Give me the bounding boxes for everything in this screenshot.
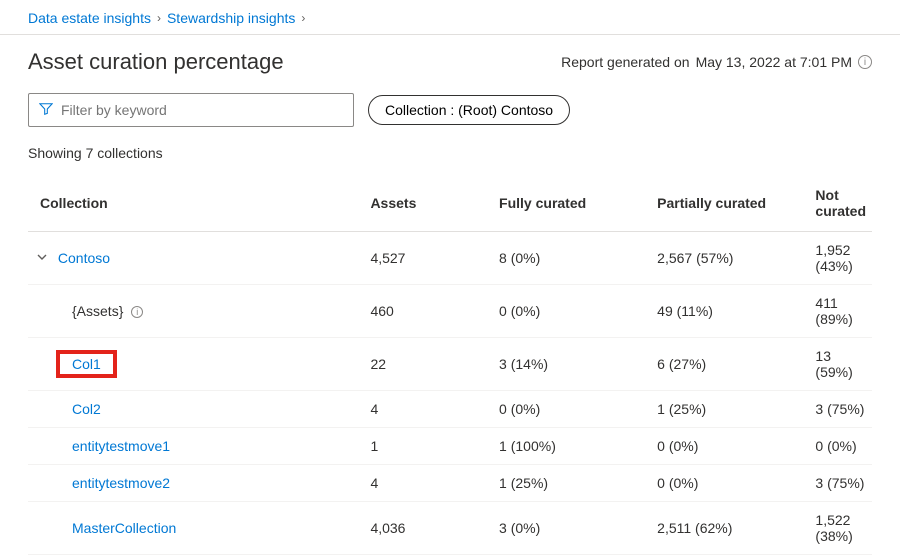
cell-assets: 22 [364,338,493,391]
breadcrumb-l1[interactable]: Data estate insights [28,10,151,26]
table-row: {Assets} i 460 0 (0%) 49 (11%) 411 (89%) [28,285,872,338]
cell-partial: 0 (0%) [651,428,809,465]
cell-partial: 1 (25%) [651,391,809,428]
result-count: Showing 7 collections [28,145,872,161]
table-row: MasterCollection 4,036 3 (0%) 2,511 (62%… [28,502,872,555]
cell-assets: 4,036 [364,502,493,555]
report-generated-prefix: Report generated on [561,54,689,70]
collection-filter-pill[interactable]: Collection : (Root) Contoso [368,95,570,125]
assets-label: {Assets} [72,303,123,319]
cell-not: 411 (89%) [809,285,872,338]
cell-fully: 3 (0%) [493,502,651,555]
info-icon[interactable]: i [131,306,143,318]
chevron-down-icon[interactable] [36,251,50,263]
cell-not: 1,952 (43%) [809,232,872,285]
cell-partial: 2,567 (57%) [651,232,809,285]
th-assets[interactable]: Assets [364,175,493,232]
table-row: entitytestmove2 4 1 (25%) 0 (0%) 3 (75%) [28,465,872,502]
cell-assets: 460 [364,285,493,338]
breadcrumb: Data estate insights › Stewardship insig… [28,0,872,34]
chevron-right-icon: › [301,11,305,25]
filter-keyword-box[interactable] [28,93,354,127]
th-partially-curated[interactable]: Partially curated [651,175,809,232]
collection-link-entitytestmove1[interactable]: entitytestmove1 [72,438,170,454]
breadcrumb-l2[interactable]: Stewardship insights [167,10,295,26]
cell-not: 0 (0%) [809,428,872,465]
collection-link-contoso[interactable]: Contoso [58,250,110,266]
table-row: Contoso 4,527 8 (0%) 2,567 (57%) 1,952 (… [28,232,872,285]
cell-partial: 49 (11%) [651,285,809,338]
report-generated-date: May 13, 2022 at 7:01 PM [696,54,852,70]
cell-fully: 3 (14%) [493,338,651,391]
filter-icon [39,102,53,119]
chevron-right-icon: › [157,11,161,25]
collection-link-col2[interactable]: Col2 [72,401,101,417]
cell-assets: 1 [364,428,493,465]
cell-partial: 2,511 (62%) [651,502,809,555]
collection-link-col1[interactable]: Col1 [72,356,101,372]
cell-fully: 1 (100%) [493,428,651,465]
cell-assets: 4,527 [364,232,493,285]
cell-partial: 6 (27%) [651,338,809,391]
th-collection[interactable]: Collection [28,175,364,232]
cell-not: 13 (59%) [809,338,872,391]
report-generated: Report generated on May 13, 2022 at 7:01… [561,54,872,70]
cell-not: 3 (75%) [809,465,872,502]
highlight-annotation: Col1 [56,350,117,378]
cell-partial: 0 (0%) [651,465,809,502]
cell-fully: 8 (0%) [493,232,651,285]
cell-fully: 0 (0%) [493,285,651,338]
th-not-curated[interactable]: Not curated [809,175,872,232]
info-icon[interactable]: i [858,55,872,69]
collections-table: Collection Assets Fully curated Partiall… [28,175,872,555]
cell-fully: 1 (25%) [493,465,651,502]
filter-keyword-input[interactable] [61,102,343,118]
cell-assets: 4 [364,391,493,428]
cell-assets: 4 [364,465,493,502]
page-title: Asset curation percentage [28,49,284,75]
cell-not: 3 (75%) [809,391,872,428]
th-fully-curated[interactable]: Fully curated [493,175,651,232]
collection-link-entitytestmove2[interactable]: entitytestmove2 [72,475,170,491]
cell-not: 1,522 (38%) [809,502,872,555]
table-row: Col2 4 0 (0%) 1 (25%) 3 (75%) [28,391,872,428]
table-row: entitytestmove1 1 1 (100%) 0 (0%) 0 (0%) [28,428,872,465]
cell-fully: 0 (0%) [493,391,651,428]
collection-link-mastercollection[interactable]: MasterCollection [72,520,176,536]
table-row: Col1 22 3 (14%) 6 (27%) 13 (59%) [28,338,872,391]
